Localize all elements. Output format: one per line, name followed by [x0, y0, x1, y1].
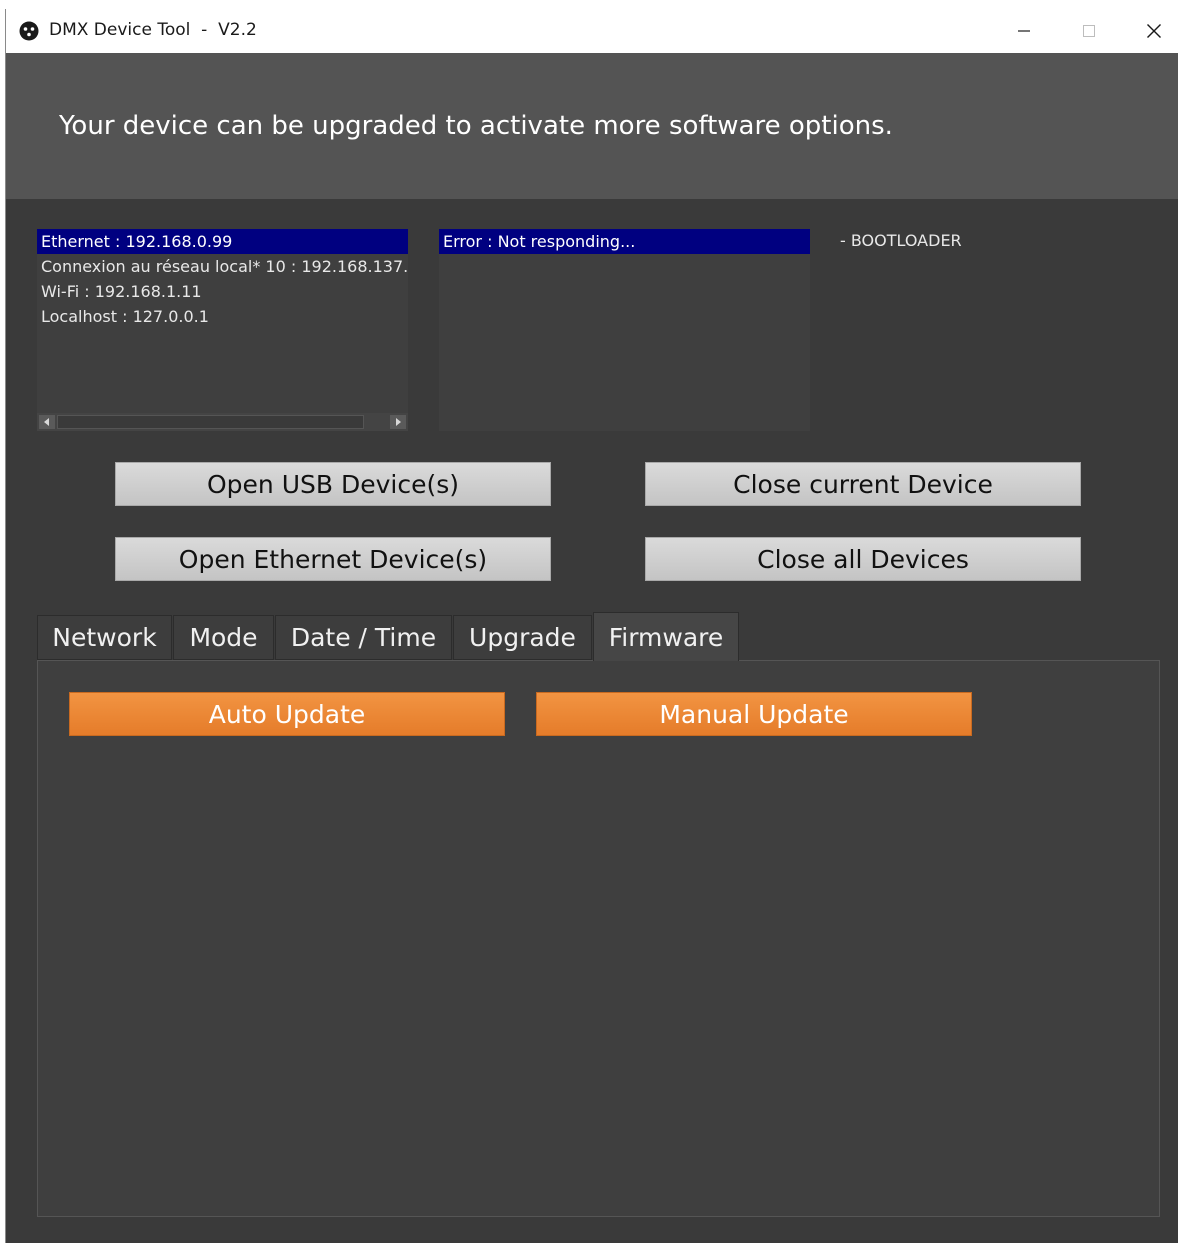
app-window: DMX Device Tool - V2.2 Your device can b…	[5, 9, 1178, 1243]
maximize-icon	[1083, 25, 1095, 37]
manual-update-button[interactable]: Manual Update	[536, 692, 972, 736]
arrow-left-icon	[44, 418, 49, 426]
tab-network[interactable]: Network	[37, 615, 172, 660]
arrow-right-icon	[396, 418, 401, 426]
interface-list[interactable]: Ethernet : 192.168.0.99 Connexion au rés…	[37, 229, 408, 431]
scroll-left-button[interactable]	[39, 415, 55, 429]
open-usb-devices-button[interactable]: Open USB Device(s)	[115, 462, 551, 506]
maximize-button[interactable]	[1059, 9, 1119, 53]
scrollbar-thumb[interactable]	[57, 415, 364, 429]
list-item[interactable]: Ethernet : 192.168.0.99	[37, 229, 408, 254]
horizontal-scrollbar[interactable]	[37, 413, 408, 431]
title-bar: DMX Device Tool - V2.2	[6, 9, 1178, 53]
banner-message: Your device can be upgraded to activate …	[59, 111, 893, 141]
minimize-icon	[1018, 30, 1030, 32]
tab-date-time[interactable]: Date / Time	[275, 615, 452, 660]
firmware-tab-panel: Auto Update Manual Update	[37, 660, 1160, 1217]
close-button[interactable]	[1124, 9, 1178, 53]
scroll-right-button[interactable]	[390, 415, 406, 429]
close-icon	[1147, 24, 1161, 38]
tab-upgrade[interactable]: Upgrade	[453, 615, 592, 660]
close-current-device-button[interactable]: Close current Device	[645, 462, 1081, 506]
minimize-button[interactable]	[994, 9, 1054, 53]
tab-mode[interactable]: Mode	[173, 615, 274, 660]
open-ethernet-devices-button[interactable]: Open Ethernet Device(s)	[115, 537, 551, 581]
device-mode-label: - BOOTLOADER	[840, 231, 962, 250]
list-item[interactable]: Connexion au réseau local* 10 : 192.168.…	[37, 254, 408, 279]
window-title: DMX Device Tool - V2.2	[49, 20, 257, 40]
close-all-devices-button[interactable]: Close all Devices	[645, 537, 1081, 581]
dmx-connector-icon	[19, 21, 39, 41]
list-item[interactable]: Localhost : 127.0.0.1	[37, 304, 408, 329]
upgrade-banner: Your device can be upgraded to activate …	[6, 53, 1178, 199]
list-item[interactable]: Wi-Fi : 192.168.1.11	[37, 279, 408, 304]
auto-update-button[interactable]: Auto Update	[69, 692, 505, 736]
device-list[interactable]: Error : Not responding...	[439, 229, 810, 431]
tab-firmware[interactable]: Firmware	[593, 612, 739, 661]
list-item[interactable]: Error : Not responding...	[439, 229, 810, 254]
